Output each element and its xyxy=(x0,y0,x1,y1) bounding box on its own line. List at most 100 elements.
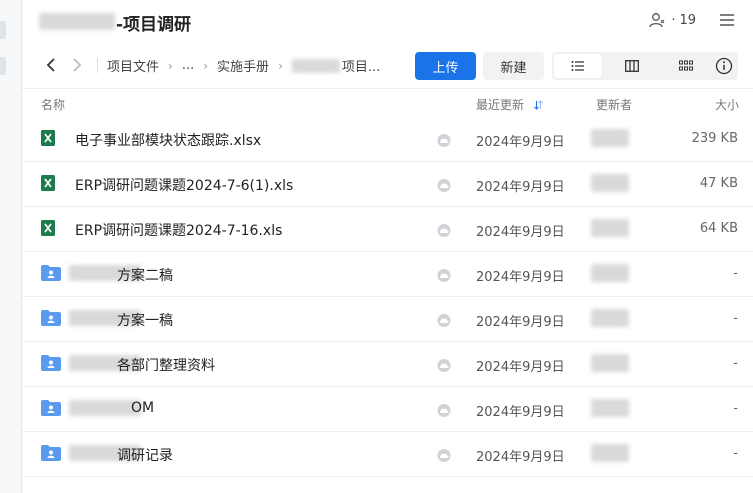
file-name[interactable]: ERP调研问题课题2024-7-16.xls xyxy=(75,220,282,240)
file-name[interactable]: 电子事业部模块状态跟踪.xlsx xyxy=(75,130,261,150)
excel-file-icon xyxy=(41,220,55,240)
menu-button[interactable] xyxy=(719,12,735,31)
column-header-modified-label: 最近更新 xyxy=(476,98,525,112)
table-row[interactable]: ERP调研问题课题2024-7-16.xls 2024年9月9日 64 KB xyxy=(21,207,753,252)
cloud-icon xyxy=(436,132,452,151)
file-name[interactable]: ERP调研问题课题2024-7-6(1).xls xyxy=(75,175,293,195)
shared-folder-icon xyxy=(41,400,61,420)
breadcrumb-item-ellipsis[interactable]: ... xyxy=(182,58,194,73)
toolbar: 项目文件 › ... › 实施手册 › 项目... 上传 新建 xyxy=(21,44,753,89)
modified-date: 2024年9月9日 xyxy=(476,225,565,240)
breadcrumb-item-current[interactable]: 项目... xyxy=(342,56,380,75)
sidebar-marker xyxy=(0,21,6,39)
excel-file-icon xyxy=(41,175,55,195)
file-size: - xyxy=(733,401,738,416)
modified-date: 2024年9月9日 xyxy=(476,270,565,285)
chevron-left-icon xyxy=(46,58,55,72)
info-icon xyxy=(715,57,733,75)
table-row[interactable]: 方案二稿 2024年9月9日 - xyxy=(21,252,753,297)
breadcrumb-chevron-icon: › xyxy=(168,58,173,73)
title-row: -项目调研 · 19 xyxy=(21,0,753,44)
table-row[interactable]: 方案一稿 2024年9月9日 - xyxy=(21,297,753,342)
list-view-icon xyxy=(571,61,584,71)
new-button[interactable]: 新建 xyxy=(483,52,544,80)
info-button[interactable] xyxy=(710,52,738,80)
cloud-icon xyxy=(436,312,452,331)
forward-button[interactable] xyxy=(67,55,87,75)
folder-name[interactable]: 调研记录 xyxy=(117,445,173,465)
shared-folder-icon xyxy=(41,355,61,375)
file-size: - xyxy=(733,356,738,371)
table-row[interactable]: 调研记录 2024年9月9日 - xyxy=(21,432,753,477)
back-button[interactable] xyxy=(41,55,61,75)
redacted-updater xyxy=(591,219,629,237)
table-row[interactable]: OM 2024年9月9日 - xyxy=(21,387,753,432)
redacted-updater xyxy=(591,354,629,372)
sidebar-marker xyxy=(0,57,6,75)
file-size: 64 KB xyxy=(699,221,738,236)
upload-button[interactable]: 上传 xyxy=(415,52,476,80)
cloud-icon xyxy=(436,222,452,241)
breadcrumb-chevron-icon: › xyxy=(278,58,283,73)
table-row[interactable]: 各部门整理资料 2024年9月9日 - xyxy=(21,342,753,387)
cloud-icon xyxy=(436,267,452,286)
list-view-button[interactable] xyxy=(554,54,602,78)
redacted-updater xyxy=(591,264,629,282)
modified-date: 2024年9月9日 xyxy=(476,135,565,150)
file-list: 电子事业部模块状态跟踪.xlsx 2024年9月9日 239 KB ERP调研问… xyxy=(21,117,753,477)
member-count: 19 xyxy=(679,12,696,28)
chevron-right-icon xyxy=(73,58,82,72)
breadcrumb-item-manual[interactable]: 实施手册 xyxy=(217,56,269,75)
breadcrumb-chevron-icon: › xyxy=(203,58,209,73)
column-header-size[interactable]: 大小 xyxy=(715,96,739,113)
column-header-updater[interactable]: 更新者 xyxy=(596,96,632,113)
excel-file-icon xyxy=(41,130,55,150)
grid-view-icon xyxy=(679,60,693,71)
toolbar-divider xyxy=(97,58,98,73)
file-size: 47 KB xyxy=(699,176,738,191)
grid-view-button[interactable] xyxy=(662,54,710,78)
redacted-title-prefix xyxy=(39,13,115,30)
redacted-breadcrumb xyxy=(291,58,340,73)
column-view-button[interactable] xyxy=(608,54,656,78)
shared-folder-icon xyxy=(41,445,61,465)
folder-name[interactable]: 方案二稿 xyxy=(117,265,173,285)
column-header-modified[interactable]: 最近更新 xyxy=(476,96,543,113)
breadcrumb: 项目文件 › ... › 实施手册 › 项目... xyxy=(107,56,380,75)
breadcrumb-item-project-files[interactable]: 项目文件 xyxy=(107,56,159,75)
modified-date: 2024年9月9日 xyxy=(476,315,565,330)
cloud-icon xyxy=(436,402,452,421)
left-sidebar-strip xyxy=(0,0,22,493)
members-icon xyxy=(649,13,665,28)
sort-icon xyxy=(533,100,543,110)
table-row[interactable]: 电子事业部模块状态跟踪.xlsx 2024年9月9日 239 KB xyxy=(21,117,753,162)
redacted-updater xyxy=(591,399,629,417)
cloud-icon xyxy=(436,357,452,376)
column-header-name[interactable]: 名称 xyxy=(41,96,65,113)
file-size: - xyxy=(733,311,738,326)
redacted-updater xyxy=(591,309,629,327)
cloud-icon xyxy=(436,177,452,196)
file-size: 239 KB xyxy=(691,131,738,146)
redacted-updater xyxy=(591,129,629,147)
members-button[interactable]: · 19 xyxy=(649,12,696,28)
view-switcher xyxy=(552,52,712,80)
redacted-updater xyxy=(591,444,629,462)
table-row[interactable]: ERP调研问题课题2024-7-6(1).xls 2024年9月9日 47 KB xyxy=(21,162,753,207)
shared-folder-icon xyxy=(41,310,61,330)
folder-name[interactable]: OM xyxy=(131,400,154,416)
folder-name[interactable]: 方案一稿 xyxy=(117,310,173,330)
file-size: - xyxy=(733,446,738,461)
modified-date: 2024年9月9日 xyxy=(476,180,565,195)
modified-date: 2024年9月9日 xyxy=(476,450,565,465)
column-view-icon xyxy=(625,60,639,72)
page-title: -项目调研 xyxy=(116,15,192,35)
column-header-row: 名称 最近更新 更新者 大小 xyxy=(21,90,753,116)
redacted-updater xyxy=(591,174,629,192)
modified-date: 2024年9月9日 xyxy=(476,405,565,420)
members-dot: · xyxy=(671,12,676,28)
folder-name[interactable]: 各部门整理资料 xyxy=(117,355,215,375)
file-size: - xyxy=(733,266,738,281)
cloud-icon xyxy=(436,447,452,466)
shared-folder-icon xyxy=(41,265,61,285)
